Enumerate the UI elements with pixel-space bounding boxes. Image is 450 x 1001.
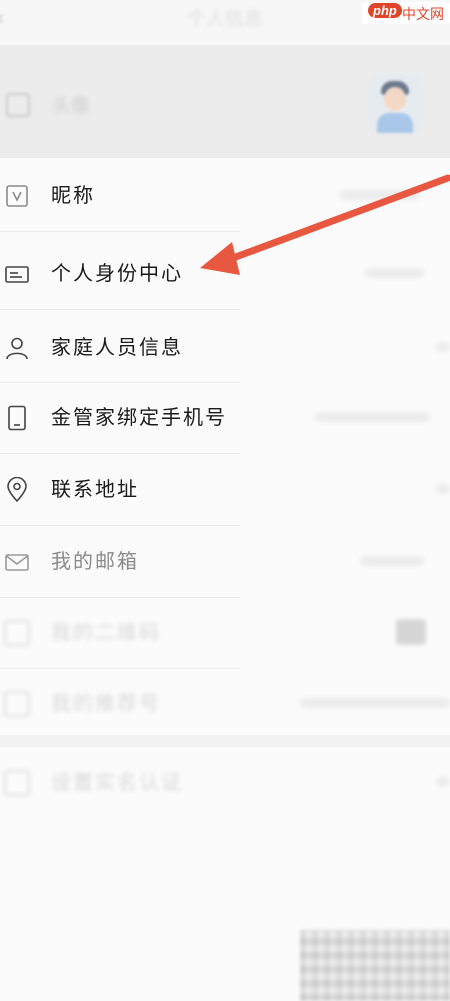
photo-icon: [6, 93, 30, 117]
row-bound-phone[interactable]: 金管家绑定手机号: [0, 382, 450, 453]
referral-value: [300, 698, 450, 708]
row-label: 个人身份中心: [51, 261, 183, 285]
row-identity-center[interactable]: 个人身份中心: [0, 238, 450, 309]
phone-value: [315, 412, 430, 422]
section-gap: [0, 735, 450, 747]
qrcode-thumb-icon: [396, 619, 426, 645]
avatar-row-label: 头像: [52, 95, 91, 117]
verify-icon: [4, 770, 30, 796]
row-contact-address[interactable]: 联系地址: [0, 454, 450, 525]
row-label: 我的邮箱: [51, 549, 139, 573]
location-pin-icon: [7, 477, 27, 503]
row-my-qrcode[interactable]: 我的二维码: [0, 597, 450, 668]
identity-value: [365, 268, 425, 278]
row-label: 昵称: [51, 183, 95, 207]
avatar-row[interactable]: 头像: [0, 45, 450, 158]
divider: [0, 309, 240, 310]
row-verification[interactable]: 设置实名认证: [0, 747, 450, 818]
mailbox-value: [360, 556, 425, 566]
avatar[interactable]: [368, 75, 422, 133]
verification-value: [436, 777, 450, 787]
address-value: [436, 484, 450, 494]
row-nickname[interactable]: 昵称: [0, 160, 450, 231]
watermark-badge: php: [368, 3, 402, 18]
row-label: 设置实名认证: [51, 770, 183, 794]
v-badge-icon: [6, 185, 28, 207]
qrcode-image: [300, 930, 450, 1001]
mail-icon: [5, 554, 29, 571]
row-label: 我的二维码: [51, 620, 161, 644]
row-mailbox[interactable]: 我的邮箱: [0, 526, 450, 597]
row-family-members[interactable]: 家庭人员信息: [0, 312, 450, 383]
row-label: 金管家绑定手机号: [51, 405, 227, 429]
person-icon: [6, 337, 28, 360]
row-referral-number[interactable]: 我的推荐号: [0, 668, 450, 739]
qrcode-icon: [4, 620, 30, 646]
referral-icon: [4, 691, 30, 717]
nickname-value: [340, 190, 420, 200]
phone-icon: [8, 405, 26, 431]
row-label: 家庭人员信息: [51, 335, 183, 359]
watermark-text: 中文网: [402, 7, 444, 23]
id-card-icon: [5, 266, 29, 283]
family-value: [436, 342, 450, 352]
row-label: 我的推荐号: [51, 691, 161, 715]
divider: [0, 231, 240, 232]
site-watermark: php 中文网: [362, 2, 450, 24]
row-label: 联系地址: [51, 477, 139, 501]
